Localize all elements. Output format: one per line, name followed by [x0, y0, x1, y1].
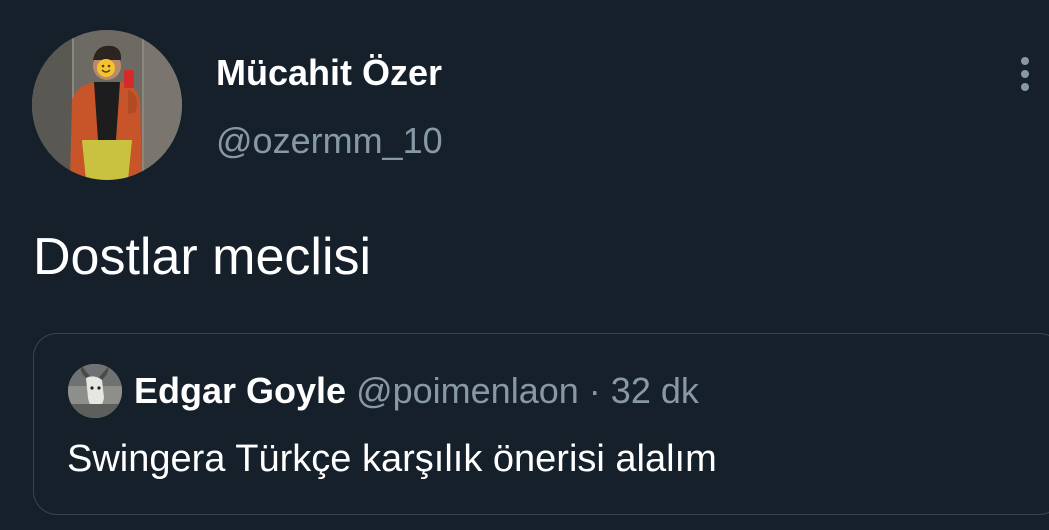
author-handle[interactable]: @ozermm_10 — [216, 120, 443, 162]
quoted-tweet-text: Swingera Türkçe karşılık önerisi alalım — [67, 438, 717, 480]
more-options-button[interactable] — [1010, 55, 1040, 95]
quoted-author-avatar[interactable] — [68, 364, 122, 418]
quoted-author-display-name[interactable]: Edgar Goyle — [134, 370, 346, 411]
quoted-tweet-timestamp[interactable]: 32 dk — [611, 370, 699, 411]
separator-dot: · — [588, 370, 601, 411]
tweet-text: Dostlar meclisi — [33, 228, 372, 286]
quoted-tweet-card[interactable]: Edgar Goyle @poimenlaon · 32 dk Swingera… — [33, 333, 1049, 515]
avatar-image — [68, 364, 122, 418]
author-display-name[interactable]: Mücahit Özer — [216, 52, 442, 94]
author-avatar[interactable] — [32, 30, 182, 180]
quoted-author-handle[interactable]: @poimenlaon — [356, 370, 579, 411]
avatar-image — [32, 30, 182, 180]
more-vertical-icon — [1021, 57, 1029, 91]
quoted-tweet-header: Edgar Goyle @poimenlaon · 32 dk — [134, 370, 699, 412]
